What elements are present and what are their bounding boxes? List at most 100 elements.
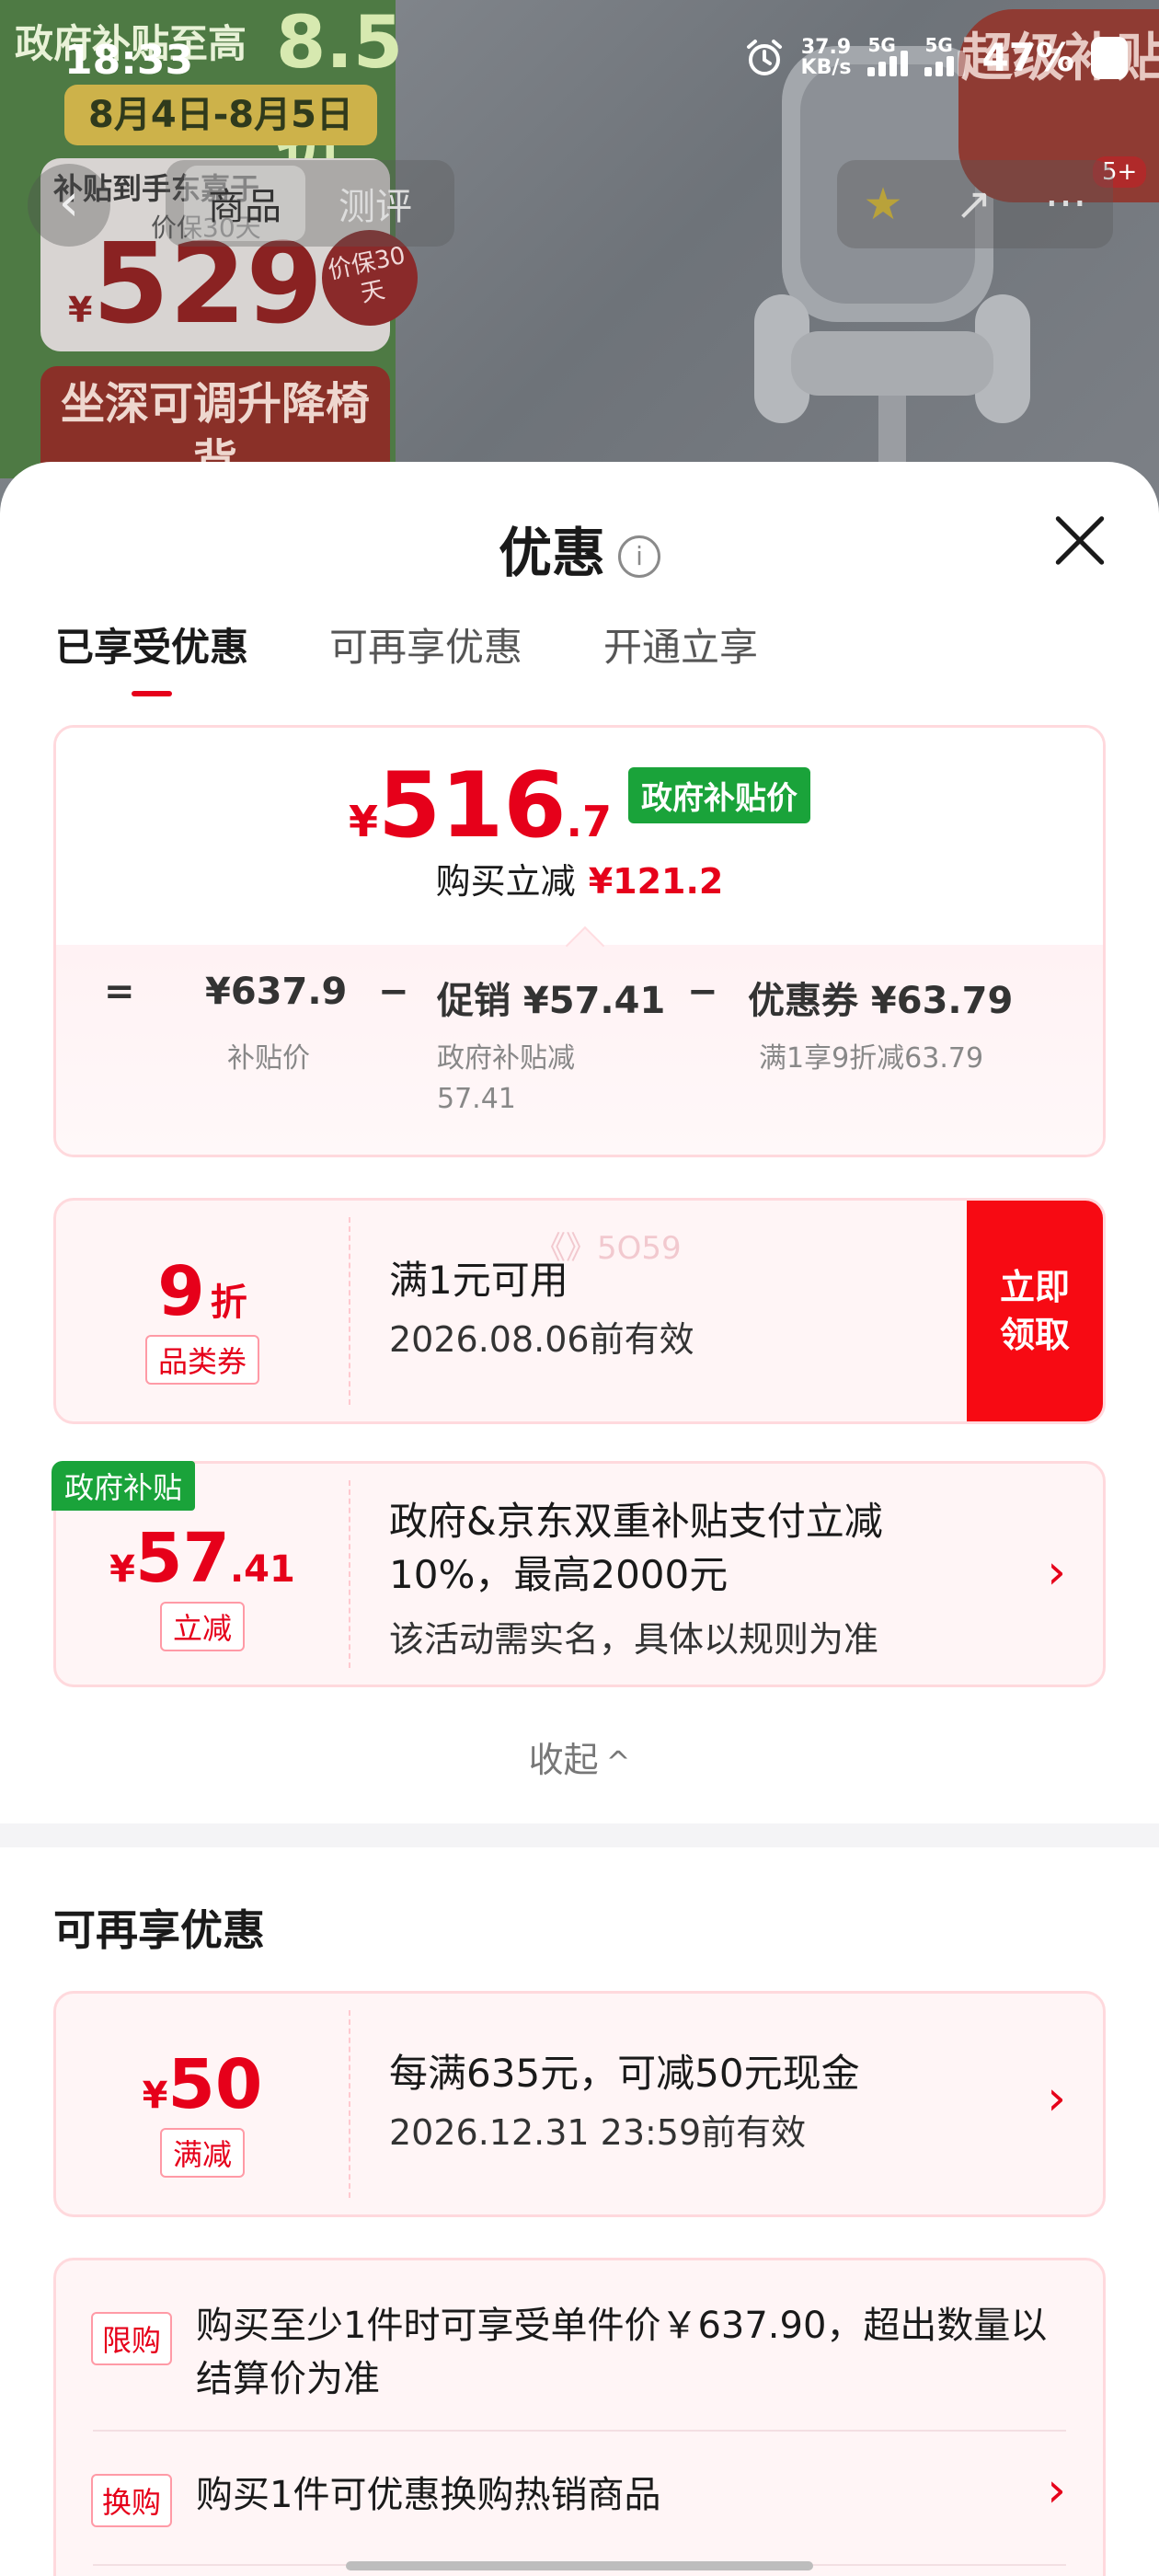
status-bar: 18:33 37.9 KB/s 5G 5G 47% (0, 0, 1159, 120)
subsidy-dec: .41 (229, 1548, 295, 1591)
signal-icon: 5G (924, 34, 966, 76)
exchange-tag: 换购 (91, 2474, 173, 2527)
save-label: 购买立减 (435, 861, 576, 902)
full-reduction-card[interactable]: ¥50 满减 每满635元，可减50元现金 2026.12.31 23:59前有… (53, 1991, 1106, 2217)
coupon-discount: 9折 (56, 1252, 349, 1331)
chevron-right-icon[interactable]: › (1047, 1545, 1066, 1600)
subsidy-int: 57 (135, 1519, 230, 1598)
minus-sign: − (687, 971, 718, 1013)
subsidy-amount: ¥57.41 (56, 1519, 349, 1598)
discount-sheet: 优惠 i 已享受优惠 可再享优惠 开通立享 ¥516.7 政府补贴价 购买立减 ¥12… (0, 462, 1159, 2576)
available-discounts-title: 可再享优惠 (53, 1905, 265, 1955)
save-line: 购买立减 ¥121.2 (56, 853, 1103, 903)
base-price: ¥637.9 (205, 971, 348, 1013)
sheet-title: 优惠 i (0, 510, 1159, 587)
summary-top: ¥516.7 政府补贴价 购买立减 ¥121.2 (56, 728, 1103, 945)
reduction-currency: ¥ (142, 2075, 168, 2117)
favorite-star-icon[interactable]: ★ (863, 178, 902, 230)
status-time: 18:33 (64, 37, 194, 84)
reduction-type-label: 满减 (159, 2128, 245, 2178)
base-price-label: 补贴价 (227, 1042, 310, 1075)
price-summary-card: ¥516.7 政府补贴价 购买立减 ¥121.2 = ¥637.9 − 促销 ¥57… (53, 725, 1106, 1157)
collapse-label: 收起 (528, 1740, 599, 1780)
final-price-int: 516 (377, 753, 567, 858)
subsidy-note: 该活动需实名，具体以规则为准 (389, 1619, 879, 1660)
minus-sign: − (378, 971, 409, 1013)
gov-subsidy-corner-tag: 政府补贴 (52, 1461, 196, 1511)
share-icon[interactable]: ↗ (956, 178, 993, 230)
coupon-left: ¥50 满减 (56, 1994, 349, 2214)
tab-product[interactable]: 商品 (184, 166, 305, 241)
final-price-dec: .7 (566, 797, 613, 846)
promo-deduction: 促销 ¥57.41 (437, 980, 666, 1022)
network-type-2: 5G (924, 33, 953, 56)
coupon-discount-value: 9 (157, 1252, 205, 1331)
tab-enjoyed-discounts[interactable]: 已享受优惠 (55, 616, 248, 696)
coupon-divider (349, 1480, 350, 1668)
chevron-right-icon[interactable]: › (1047, 2463, 1066, 2518)
collapse-button[interactable]: 收起 ^ (0, 1731, 1159, 1782)
back-button[interactable]: ‹ (28, 164, 110, 247)
product-nav: ‹ 商品 测评 ★ ↗ ··· (0, 156, 1159, 248)
promo-currency: ¥ (68, 290, 93, 330)
chevron-up-icon: ^ (605, 1744, 631, 1779)
close-button[interactable] (1047, 508, 1111, 572)
alarm-icon (746, 39, 782, 75)
home-indicator[interactable] (346, 2561, 813, 2570)
coupon-deduction: 优惠券 ¥63.79 (748, 980, 1014, 1022)
subsidy-type-label: 立减 (159, 1602, 245, 1651)
coupon-expiry: 2026.08.06前有效 (389, 1319, 694, 1360)
reduction-expiry: 2026.12.31 23:59前有效 (389, 2112, 807, 2153)
tab-review[interactable]: 测评 (315, 166, 436, 241)
reduction-value: 50 (167, 2045, 263, 2124)
network-type-1: 5G (867, 33, 896, 56)
reduction-amount: ¥50 (56, 2045, 349, 2124)
reduction-condition: 每满635元，可减50元现金 (389, 2051, 860, 2096)
claim-line-2: 领取 (999, 1315, 1070, 1355)
info-icon[interactable]: i (618, 535, 660, 578)
gov-price-tag: 政府补贴价 (628, 767, 811, 823)
coupon-divider (349, 2010, 350, 2198)
save-amount: ¥121.2 (588, 861, 724, 902)
final-price: ¥516.7 政府补贴价 (56, 761, 1103, 851)
battery-percent: 47% (981, 35, 1074, 80)
discount-tabs: 已享受优惠 可再享优惠 开通立享 (55, 616, 758, 696)
battery-icon (1091, 36, 1128, 79)
coupon-discount-unit: 折 (210, 1282, 247, 1324)
coupon-type-label: 品类券 (144, 1335, 259, 1385)
network-speed-unit: KB/s (800, 55, 852, 79)
sheet-title-text: 优惠 (498, 522, 605, 584)
rule-divider (93, 2430, 1066, 2432)
promo-sub-value: 57.41 (437, 1083, 516, 1115)
exchange-rule-text: 购买1件可优惠换购热销商品 (196, 2474, 661, 2516)
coupon-condition: 满1元可用 (389, 1258, 568, 1303)
coupon-left: 9折 品类券 (56, 1201, 349, 1421)
tab-available-discounts[interactable]: 可再享优惠 (329, 616, 522, 696)
gov-subsidy-card[interactable]: ¥57.41 立减 政府&京东双重补贴支付立减 10%，最高2000元 该活动需… (53, 1461, 1106, 1687)
chevron-right-icon[interactable]: › (1047, 2071, 1066, 2126)
tab-activate-discounts[interactable]: 开通立享 (603, 616, 758, 696)
network-speed: 37.9 KB/s (800, 35, 852, 79)
price-breakdown-row: = ¥637.9 − 促销 ¥57.41 − 优惠券 ¥63.79 (56, 971, 1103, 1026)
nav-actions: ★ ↗ ··· (837, 160, 1113, 248)
equals-sign: = (104, 971, 135, 1013)
promo-sub-label: 政府补贴减 (437, 1042, 575, 1075)
purchase-rules-card: 限购 购买至少1件时可享受单件价￥637.90，超出数量以结算价为准 换购 购买… (53, 2258, 1106, 2576)
product-nav-tabs: 商品 测评 (166, 160, 454, 247)
category-coupon-card: 9折 品类券 《》5O59 满1元可用 2026.08.06前有效 立即 领取 (53, 1198, 1106, 1424)
claim-coupon-button[interactable]: 立即 领取 (967, 1201, 1103, 1421)
status-icons: 37.9 KB/s 5G 5G 47% (744, 34, 1128, 80)
signal-icon: 5G (867, 34, 909, 76)
limit-rule-text: 购买至少1件时可享受单件价￥637.90，超出数量以结算价为准 (196, 2305, 1048, 2400)
subsidy-desc-line2: 10%，最高2000元 (389, 1552, 729, 1597)
final-price-currency: ¥ (348, 797, 378, 846)
coupon-sub-label: 满1享9折减63.79 (759, 1042, 984, 1075)
subsidy-currency: ¥ (109, 1548, 135, 1591)
limit-tag: 限购 (91, 2312, 173, 2365)
coupon-divider (349, 1217, 350, 1405)
network-speed-value: 37.9 (800, 35, 852, 59)
more-icon[interactable]: ··· (1045, 178, 1087, 230)
subsidy-desc-line1: 政府&京东双重补贴支付立减 (389, 1499, 883, 1544)
claim-line-1: 立即 (999, 1267, 1070, 1307)
section-separator (0, 1823, 1159, 1847)
